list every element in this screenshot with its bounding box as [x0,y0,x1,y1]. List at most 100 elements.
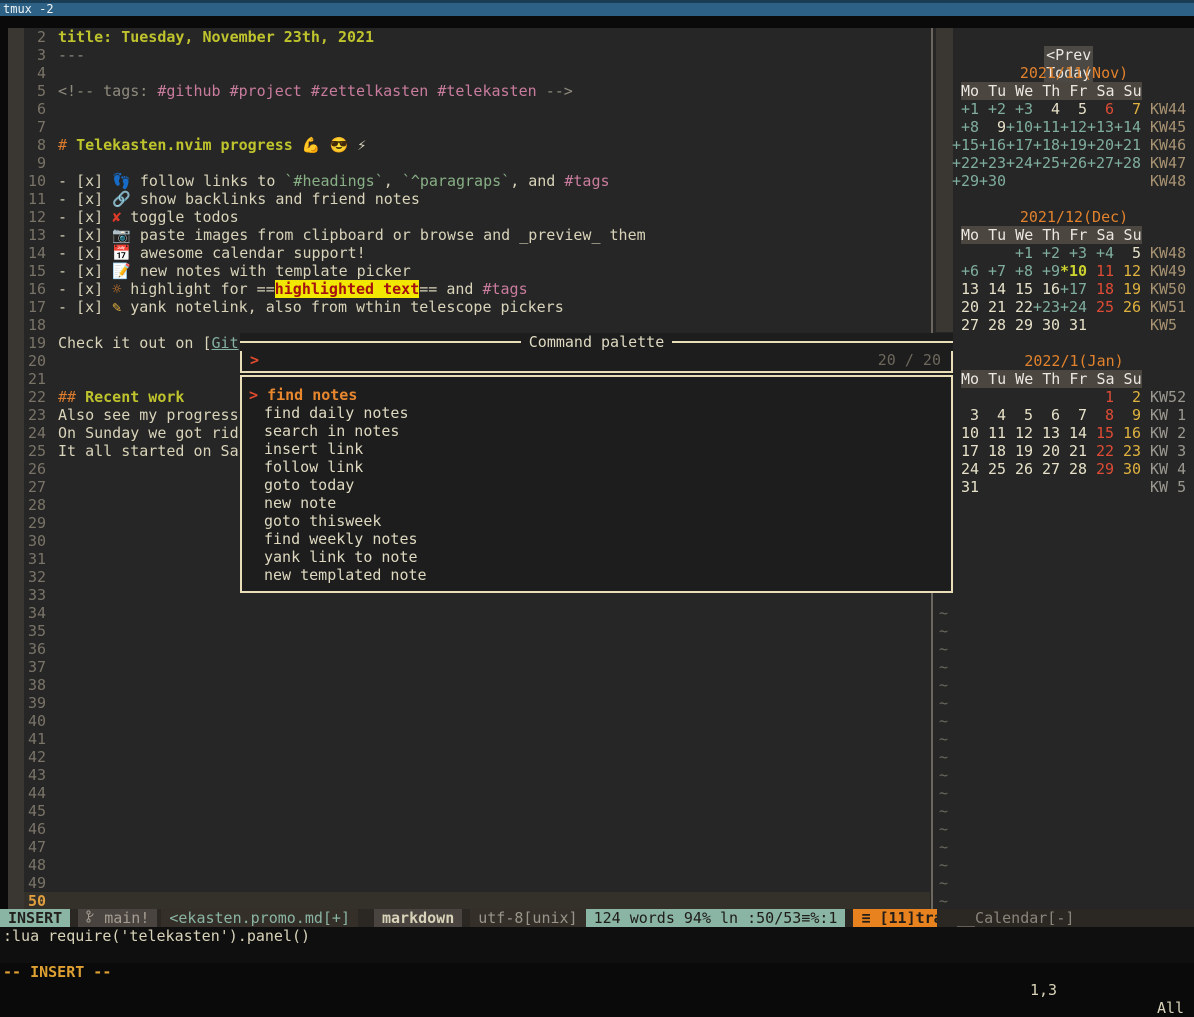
editor-line[interactable]: 40 [24,712,930,730]
calendar-day[interactable]: +30 [979,172,1006,190]
calendar-day[interactable]: +11 [1033,118,1060,136]
calendar-day[interactable]: 22 [1087,442,1114,460]
terminal-scrollbar[interactable] [8,28,24,909]
calendar-day[interactable]: 14 [979,280,1006,298]
calendar-day[interactable]: 6 [1087,100,1114,118]
editor-line[interactable]: 6 [24,100,930,118]
calendar-day[interactable]: 24 [952,460,979,478]
calendar-day[interactable]: +16 [979,136,1006,154]
calendar-day[interactable]: 19 [1114,280,1141,298]
editor-line[interactable]: 49 [24,874,930,892]
palette-item[interactable]: find weekly notes [242,530,951,548]
calendar-day[interactable]: +9 [1033,262,1060,280]
calendar-day[interactable]: 16 [1114,424,1141,442]
editor-line[interactable]: 39 [24,694,930,712]
calendar-day[interactable]: 5 [1060,100,1087,118]
calendar-day[interactable]: +6 [952,262,979,280]
calendar-window[interactable]: <Prev Today Next> 2021/11(Nov)Mo Tu We T… [934,28,1194,909]
editor-line[interactable]: 44 [24,784,930,802]
editor-line[interactable]: 41 [24,730,930,748]
calendar-day[interactable]: 26 [1006,460,1033,478]
calendar-day[interactable]: 15 [1087,424,1114,442]
calendar-day[interactable]: +18 [1033,136,1060,154]
link-text[interactable]: Git [212,334,239,352]
palette-item[interactable]: new note [242,494,951,512]
calendar-day[interactable]: 13 [952,280,979,298]
palette-item[interactable]: yank link to note [242,548,951,566]
calendar-day[interactable]: 28 [1060,460,1087,478]
editor-line[interactable]: 9 [24,154,930,172]
calendar-day[interactable]: +8 [1006,262,1033,280]
calendar-day[interactable]: 12 [1006,424,1033,442]
calendar-day[interactable]: 21 [979,298,1006,316]
calendar-day[interactable]: 31 [1060,316,1087,334]
calendar-day[interactable]: 18 [979,442,1006,460]
editor-line[interactable]: 43 [24,766,930,784]
calendar-day[interactable]: +24 [1060,298,1087,316]
calendar-day[interactable]: 21 [1060,442,1087,460]
calendar-day[interactable]: 29 [1087,460,1114,478]
editor-line[interactable]: 48 [24,856,930,874]
calendar-day[interactable]: +26 [1060,154,1087,172]
calendar-day[interactable]: 26 [1114,298,1141,316]
calendar-day[interactable]: +25 [1033,154,1060,172]
calendar-day[interactable]: +22 [952,154,979,172]
editor-line[interactable]: 8# Telekasten.nvim progress 💪 😎 ⚡ [24,136,930,154]
calendar-day[interactable]: 25 [1087,298,1114,316]
calendar-day[interactable]: +23 [1033,298,1060,316]
editor-line[interactable]: 3--- [24,46,930,64]
palette-item[interactable]: new templated note [242,566,951,584]
editor-line[interactable]: 13- [x] 📷 paste images from clipboard or… [24,226,930,244]
editor-line[interactable]: 35 [24,622,930,640]
editor-line[interactable]: 37 [24,658,930,676]
calendar-day[interactable]: 2 [1114,388,1141,406]
calendar-day[interactable]: 15 [1006,280,1033,298]
calendar-day[interactable]: 11 [1087,262,1114,280]
calendar-day[interactable]: +4 [1087,244,1114,262]
calendar-day[interactable]: +17 [1060,280,1087,298]
calendar-day[interactable]: 12 [1114,262,1141,280]
calendar-day[interactable]: 1 [1087,388,1114,406]
editor-line[interactable]: 45 [24,802,930,820]
calendar-day[interactable]: +27 [1087,154,1114,172]
calendar-day[interactable]: 27 [952,316,979,334]
calendar-day[interactable]: 5 [1114,244,1141,262]
calendar-day[interactable]: +1 [952,100,979,118]
calendar-day[interactable]: +21 [1114,136,1141,154]
palette-item[interactable]: insert link [242,440,951,458]
calendar-day[interactable]: +2 [1033,244,1060,262]
calendar-day[interactable]: 7 [1114,100,1141,118]
calendar-day[interactable]: +2 [979,100,1006,118]
calendar-day[interactable]: +23 [979,154,1006,172]
calendar-day[interactable]: 28 [979,316,1006,334]
calendar-day[interactable]: +14 [1114,118,1141,136]
calendar-day[interactable]: 22 [1006,298,1033,316]
calendar-day[interactable]: +24 [1006,154,1033,172]
calendar-day[interactable]: +7 [979,262,1006,280]
calendar-day[interactable]: +13 [1087,118,1114,136]
palette-item[interactable]: goto today [242,476,951,494]
editor-line[interactable]: 16- [x] ☼ highlight for ==highlighted te… [24,280,930,298]
calendar-day[interactable]: 11 [979,424,1006,442]
calendar-day[interactable]: +1 [1006,244,1033,262]
calendar-day[interactable]: 4 [1033,100,1060,118]
calendar-day[interactable]: 4 [979,406,1006,424]
editor-line[interactable]: 12- [x] ✘ toggle todos [24,208,930,226]
editor-line[interactable]: 7 [24,118,930,136]
calendar-day[interactable]: 5 [1006,406,1033,424]
editor-line[interactable]: 50 [24,892,930,909]
calendar-day[interactable]: +20 [1087,136,1114,154]
editor-line[interactable]: 38 [24,676,930,694]
editor-line[interactable]: 5<!-- tags: #github #project #zettelkast… [24,82,930,100]
editor-line[interactable]: 36 [24,640,930,658]
calendar-day[interactable]: 7 [1060,406,1087,424]
editor-line[interactable]: 2title: Tuesday, November 23th, 2021 [24,28,930,46]
calendar-day[interactable]: 29 [1006,316,1033,334]
editor-line[interactable]: 34 [24,604,930,622]
palette-item[interactable]: goto thisweek [242,512,951,530]
editor-line[interactable]: 15- [x] 📝 new notes with template picker [24,262,930,280]
editor-line[interactable]: 18 [24,316,930,334]
calendar-day[interactable]: +29 [952,172,979,190]
editor-line[interactable]: 14- [x] 📅 awesome calendar support! [24,244,930,262]
calendar-day[interactable]: +15 [952,136,979,154]
